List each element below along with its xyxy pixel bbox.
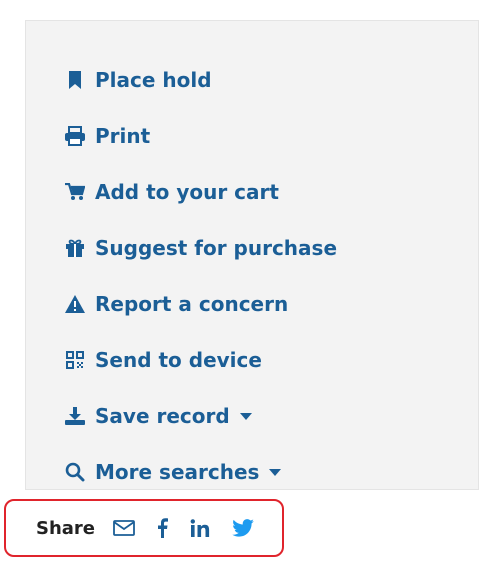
facebook-icon[interactable] [157,518,169,538]
save-record-label: Save record [95,404,230,428]
twitter-icon[interactable] [232,519,254,537]
share-bar: Share [4,499,284,557]
gift-icon [63,236,87,260]
more-searches-label: More searches [95,460,260,484]
save-record-dropdown[interactable]: Save record [63,401,252,431]
share-label: Share [36,517,96,539]
qr-code-icon [63,348,87,372]
print-link[interactable]: Print [63,121,150,151]
print-icon [63,124,87,148]
caret-down-icon [269,468,282,476]
search-icon [63,460,87,484]
place-hold-label: Place hold [95,68,212,92]
linkedin-icon[interactable] [190,519,212,537]
send-to-device-label: Send to device [95,348,262,372]
download-icon [63,404,87,428]
print-label: Print [95,124,151,148]
email-icon[interactable] [113,520,135,536]
more-searches-dropdown[interactable]: More searches [63,457,282,487]
suggest-for-purchase-label: Suggest for purchase [95,236,338,260]
caret-down-icon [239,412,252,420]
add-to-cart-link[interactable]: Add to your cart [63,177,279,207]
bookmark-icon [63,68,87,92]
record-actions-panel: Place hold Print Add to your cart Sugges… [25,20,479,490]
report-concern-label: Report a concern [95,292,289,316]
suggest-for-purchase-link[interactable]: Suggest for purchase [63,233,337,263]
cart-icon [63,180,87,204]
warning-icon [63,292,87,316]
add-to-cart-label: Add to your cart [95,180,279,204]
report-concern-link[interactable]: Report a concern [63,289,288,319]
place-hold-link[interactable]: Place hold [63,65,212,95]
send-to-device-link[interactable]: Send to device [63,345,262,375]
